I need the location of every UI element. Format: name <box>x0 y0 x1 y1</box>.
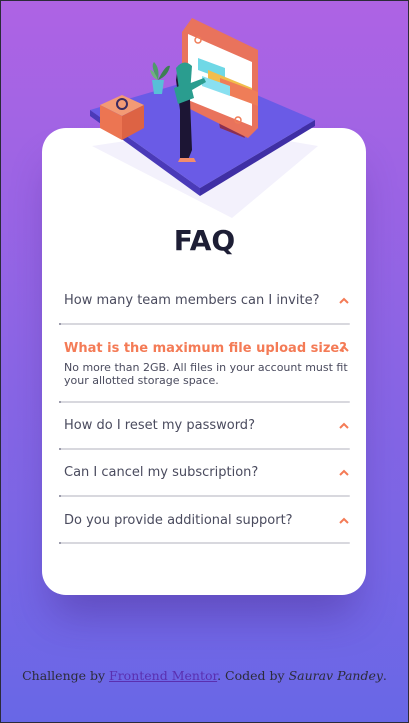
faq-item[interactable]: Can I cancel my subscription? <box>59 464 350 482</box>
attribution-prefix: Challenge by <box>22 668 110 683</box>
attribution: Challenge by Frontend Mentor. Coded by S… <box>0 668 409 683</box>
divider <box>59 542 350 544</box>
chevron-up-icon[interactable] <box>338 343 350 355</box>
faq-answer: No more than 2GB. All files in your acco… <box>64 361 348 387</box>
chevron-up-icon[interactable] <box>338 295 350 307</box>
faq-question[interactable]: Do you provide additional support? <box>59 512 350 530</box>
faq-item[interactable]: How do I reset my password? <box>59 417 350 435</box>
divider <box>59 495 350 497</box>
chevron-up-icon[interactable] <box>338 515 350 527</box>
frontend-mentor-link[interactable]: Frontend Mentor <box>109 668 217 683</box>
divider <box>59 401 350 403</box>
faq-item[interactable]: Do you provide additional support? <box>59 512 350 530</box>
attribution-suffix: . <box>382 668 387 683</box>
faq-question[interactable]: Can I cancel my subscription? <box>59 464 350 482</box>
faq-item[interactable]: How many team members can I invite? <box>59 292 350 310</box>
woman-online-illustration <box>90 18 315 196</box>
faq-question-active[interactable]: What is the maximum file upload size? <box>59 340 350 358</box>
divider <box>59 323 350 325</box>
attribution-middle: . Coded by <box>217 668 289 683</box>
faq-question[interactable]: How do I reset my password? <box>59 417 350 435</box>
faq-item-open[interactable]: What is the maximum file upload size? No… <box>59 340 350 387</box>
chevron-up-icon[interactable] <box>338 467 350 479</box>
divider <box>59 448 350 450</box>
coder-name: Saurav Pandey <box>288 668 383 683</box>
page-title: FAQ <box>173 224 236 257</box>
chevron-up-icon[interactable] <box>338 420 350 432</box>
faq-question[interactable]: How many team members can I invite? <box>59 292 350 310</box>
